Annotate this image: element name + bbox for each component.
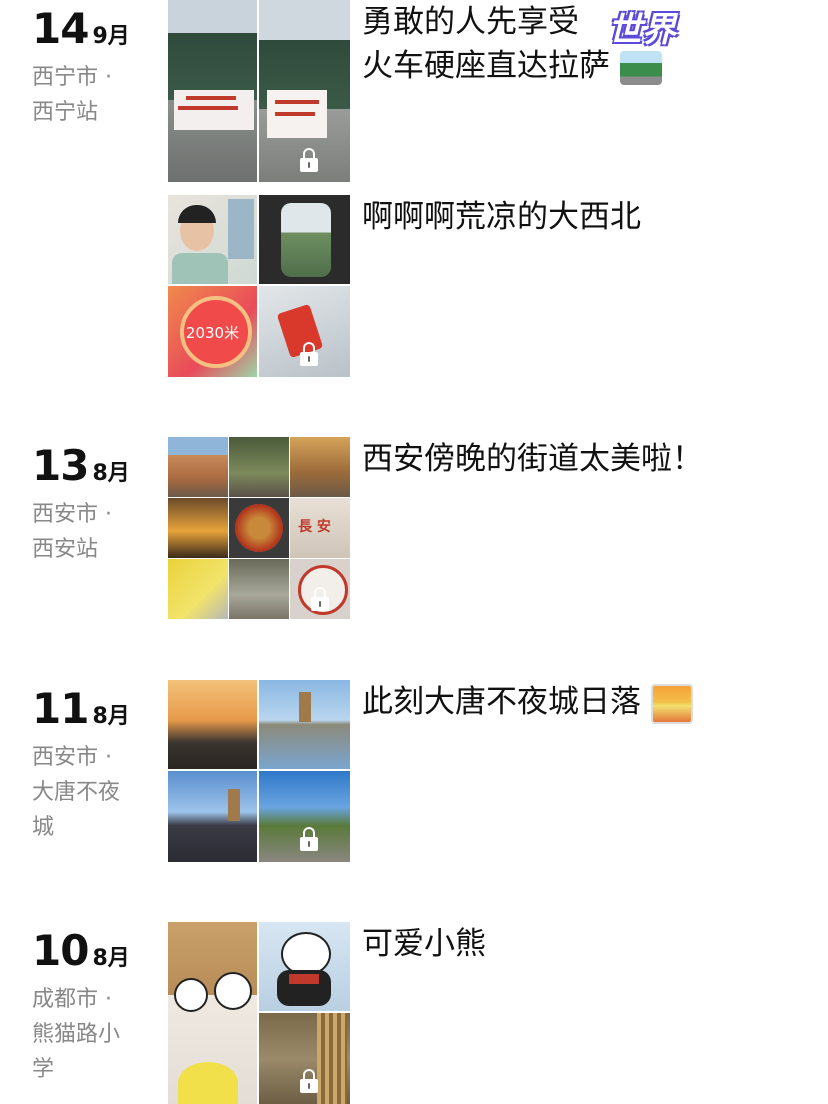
entry-date: 10 8月 <box>32 926 130 975</box>
photo-palm-road <box>259 771 350 862</box>
sunset-emoji <box>650 683 693 724</box>
entry-date: 11 8月 <box>32 684 130 733</box>
train-emoji <box>619 50 662 85</box>
photo-train-platform <box>259 0 350 182</box>
lock-icon <box>311 587 329 611</box>
date-month: 8月 <box>92 461 130 486</box>
step-count: 2030米 <box>185 324 240 342</box>
photo-pagoda-crowd <box>168 771 257 862</box>
photo-grid[interactable] <box>168 0 350 182</box>
location-label: 成都市 · 熊猫路小 学 <box>32 987 121 1082</box>
photo-selfie <box>168 195 257 284</box>
photo-panda-toy <box>259 922 350 1011</box>
photo-street <box>229 437 289 497</box>
post-caption: 啊啊啊荒凉的大西北 <box>362 199 641 235</box>
photo-grid[interactable]: 2030米 <box>168 195 350 377</box>
photo-drink <box>168 498 228 558</box>
photo-changan-sign: 長 安 <box>290 498 350 558</box>
photo-step-counter: 2030米 <box>168 286 257 377</box>
post-caption: 西安傍晚的街道太美啦！ <box>362 441 703 477</box>
photo-pandas-enclosure <box>259 1013 350 1104</box>
date-day: 10 <box>32 926 89 975</box>
photo-alley <box>229 559 289 619</box>
photo-plate <box>290 559 350 619</box>
photo-noodles <box>229 498 289 558</box>
photo-panda-plush-shelf <box>168 922 257 1104</box>
lock-icon <box>300 342 318 366</box>
date-day: 11 <box>32 684 89 733</box>
photo-train-window <box>259 195 350 284</box>
photo-snack <box>259 286 350 377</box>
photo-pagoda-reflection <box>259 680 350 769</box>
photo-grid[interactable]: 長 安 <box>168 437 350 619</box>
photo-station <box>168 437 228 497</box>
photo-grid[interactable] <box>168 680 350 862</box>
photo-grid[interactable] <box>168 922 350 1104</box>
location-label: 西安市 · 西安站 <box>32 502 112 562</box>
date-day: 13 <box>32 441 89 490</box>
photo-water-bottle <box>168 559 228 619</box>
lock-icon <box>300 1069 318 1093</box>
world-sticker: 世界 <box>608 10 676 50</box>
entry-date: 14 9月 <box>32 4 130 53</box>
date-month: 8月 <box>92 946 130 971</box>
lock-icon <box>300 827 318 851</box>
location-label: 西宁市 · 西宁站 <box>32 65 112 125</box>
photo-sunset-crowd <box>168 680 257 769</box>
date-month: 8月 <box>92 704 130 729</box>
photo-building <box>290 437 350 497</box>
lock-icon <box>300 148 318 172</box>
post-caption: 可爱小熊 <box>362 926 486 962</box>
location-label: 西安市 · 大唐不夜 城 <box>32 745 121 840</box>
post-caption: 此刻大唐不夜城日落 <box>362 680 693 724</box>
entry-date: 13 8月 <box>32 441 130 490</box>
photo-train-banner <box>168 0 257 182</box>
date-day: 14 <box>32 4 89 53</box>
date-month: 9月 <box>92 24 130 49</box>
